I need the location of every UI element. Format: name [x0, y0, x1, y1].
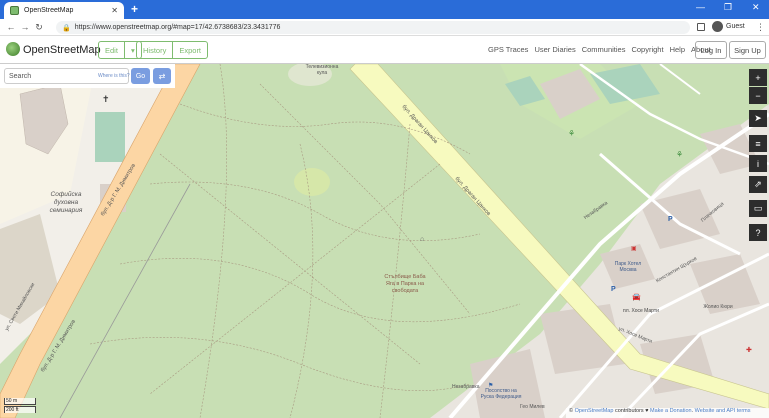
nav-gps-traces[interactable]: GPS Traces [488, 45, 528, 54]
close-window-button[interactable]: ✕ [752, 2, 760, 13]
url-text: https://www.openstreetmap.org/#map=17/42… [74, 24, 281, 31]
monument-icon: ⌂ [420, 236, 425, 243]
profile-label: Guest [726, 23, 745, 30]
playground-icon: ⚘ [568, 129, 576, 138]
share-icon[interactable]: ⇗ [749, 176, 767, 193]
hotel-icon: ▣ [631, 246, 637, 252]
osm-logo-icon[interactable] [6, 42, 20, 56]
map-label-embassy: Посолство на Руска Федерация [480, 388, 522, 400]
donate-link[interactable]: Make a Donation [650, 408, 692, 414]
map-label-tv-tower: Телевизионна кула [305, 64, 339, 76]
parking-2-icon: P [668, 216, 673, 223]
lock-icon: 🔒 [62, 24, 71, 32]
query-feature-icon[interactable]: ? [749, 224, 767, 241]
nav-communities[interactable]: Communities [582, 45, 626, 54]
map-tiles [0, 64, 769, 418]
embassy-icon: ⚑ [488, 383, 494, 389]
church-icon: ✝ [102, 94, 110, 104]
map-label-seminary: Софийска духовна семинария [49, 191, 83, 214]
map-canvas[interactable]: Софийска духовна семинария бул. Д-р Г. М… [0, 64, 769, 418]
playground-2-icon: ⚘ [676, 150, 684, 159]
nav-help[interactable]: Help [670, 45, 685, 54]
search-panel: Search Where is this? Go ⇄ [0, 64, 175, 88]
terms-link[interactable]: Website and API terms [695, 408, 751, 414]
where-is-this-link[interactable]: Where is this? [98, 73, 130, 79]
history-export-group: History Export [136, 41, 209, 59]
history-button[interactable]: History [137, 42, 172, 58]
browser-tab[interactable]: OpenStreetMap ✕ [4, 2, 124, 19]
site-title[interactable]: OpenStreetMap [23, 44, 101, 56]
zoom-in-button[interactable]: + [749, 69, 767, 86]
reload-icon[interactable]: ↻ [32, 22, 46, 33]
go-button[interactable]: Go [131, 68, 150, 84]
map-label-joliot-curie: Жолио Кюри [703, 304, 733, 310]
menu-icon[interactable]: ⋮ [756, 22, 765, 33]
pharmacy-icon: ✚ [746, 347, 752, 354]
map-label-jose-marti-square: пл. Хосе Марти [623, 308, 659, 314]
sidebar-toggle-icon[interactable] [697, 23, 705, 31]
osm-favicon-icon [10, 6, 19, 15]
top-nav-links: GPS Traces User Diaries Communities Copy… [488, 45, 711, 54]
attribution-contributors: contributors ♥ [613, 408, 651, 414]
minimize-button[interactable]: — [696, 2, 705, 12]
profile-button[interactable]: Guest [712, 21, 745, 32]
back-icon[interactable]: ← [4, 22, 18, 32]
map-label-nezabravka-2: Незабравка [452, 384, 480, 390]
forward-icon[interactable]: → [18, 22, 32, 32]
map-label-geo-milev: Гео Милев [520, 404, 545, 410]
login-button[interactable]: Log In [695, 41, 727, 59]
map-label-baba-yaga: Стълбище Баба Яга в Парка на свободата [384, 274, 426, 294]
layers-icon[interactable]: ≡ [749, 135, 767, 152]
parking-icon: P [611, 286, 616, 293]
zoom-out-button[interactable]: − [749, 87, 767, 104]
maximize-button[interactable]: ❐ [724, 2, 732, 13]
tab-title: OpenStreetMap [24, 7, 74, 14]
tab-close-icon[interactable]: ✕ [111, 6, 118, 15]
browser-nav-bar: ← → ↻ 🔒 https://www.openstreetmap.org/#m… [0, 19, 769, 36]
car-icon: 🚘 [632, 294, 641, 301]
info-icon[interactable]: i [749, 155, 767, 172]
nav-copyright[interactable]: Copyright [631, 45, 663, 54]
nav-user-diaries[interactable]: User Diaries [534, 45, 575, 54]
directions-icon[interactable]: ⇄ [153, 68, 171, 84]
scale-imperial: 200 ft [4, 406, 36, 413]
attribution: © OpenStreetMap contributors ♥ Make a Do… [566, 408, 769, 418]
address-bar[interactable]: 🔒 https://www.openstreetmap.org/#map=17/… [56, 21, 690, 34]
locate-icon[interactable]: ➤ [749, 110, 767, 127]
map-label-park-hotel: Парк Хотел Москва [614, 261, 642, 273]
add-note-icon[interactable]: ▭ [749, 200, 767, 217]
new-tab-button[interactable]: + [131, 2, 138, 16]
osm-copyright-link[interactable]: OpenStreetMap [575, 408, 614, 414]
osm-header: OpenStreetMap Edit ▾ History Export GPS … [0, 36, 769, 64]
edit-button[interactable]: Edit [99, 42, 124, 58]
signup-button[interactable]: Sign Up [729, 41, 766, 59]
export-button[interactable]: Export [173, 42, 207, 58]
browser-tab-bar: OpenStreetMap ✕ + — ❐ ✕ [0, 0, 769, 19]
avatar-icon [712, 21, 723, 32]
scale-metric: 50 m [4, 398, 36, 405]
